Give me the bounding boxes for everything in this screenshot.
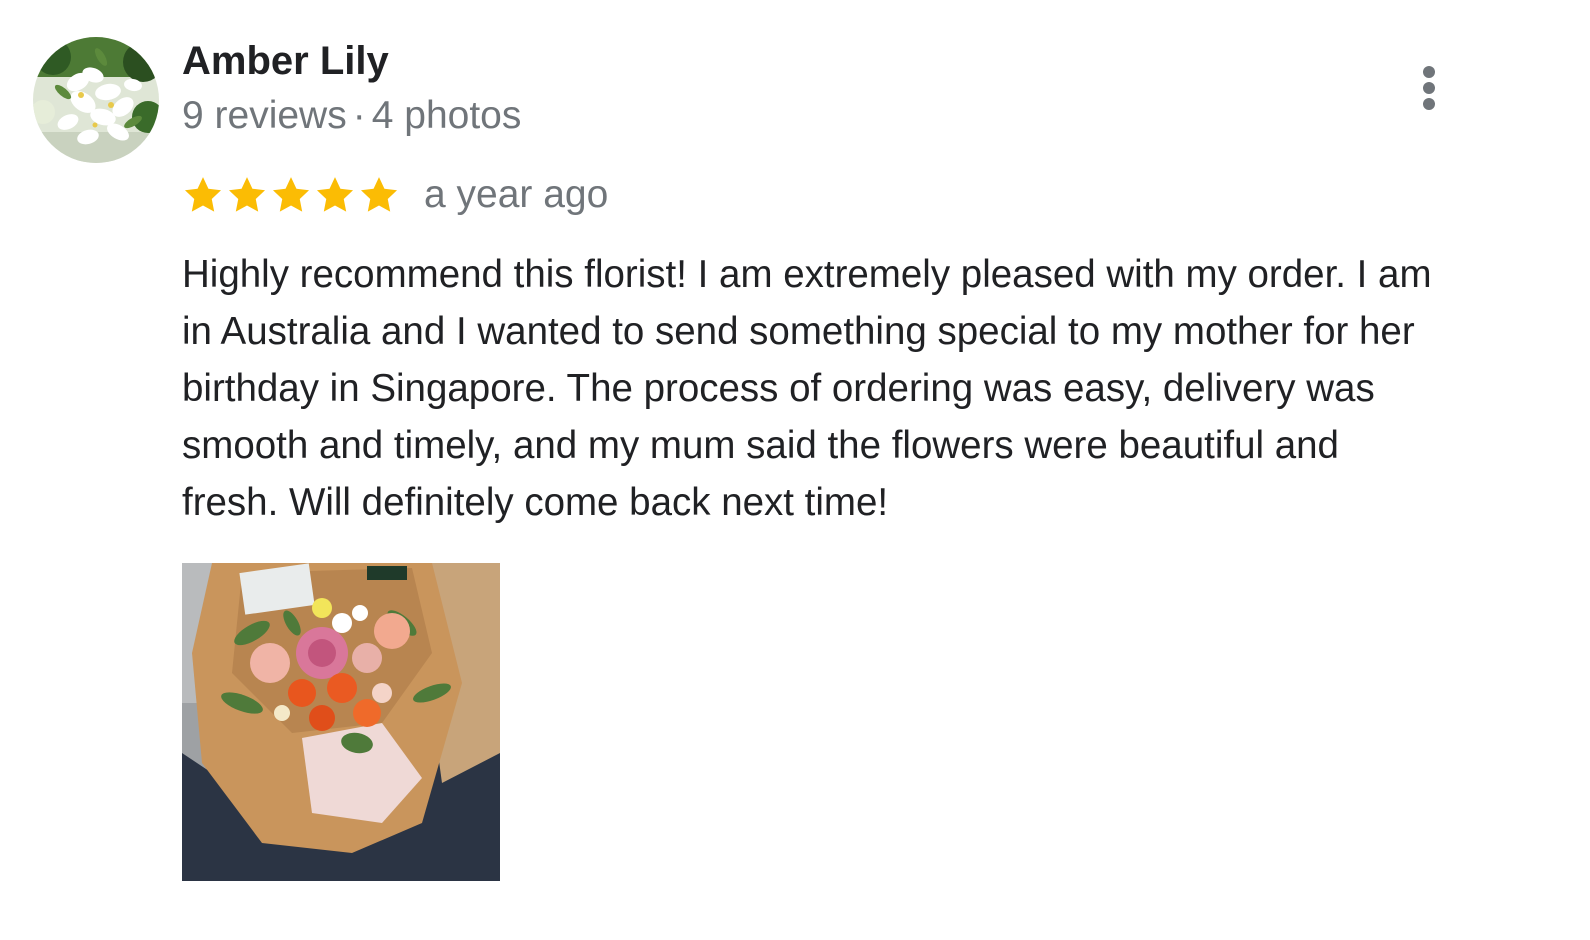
more-dot	[1423, 98, 1435, 110]
star-icon	[272, 177, 310, 212]
review-text-line: birthday in Singapore. The process of or…	[182, 367, 1375, 410]
author-meta: 9 reviews · 4 photos	[182, 93, 521, 139]
review-text: Highly recommend this florist! I am extr…	[182, 246, 1562, 531]
more-dot	[1423, 66, 1435, 78]
review-text-line: smooth and timely, and my mum said the f…	[182, 424, 1339, 467]
reviews-count: 9 reviews	[182, 94, 347, 137]
review-card: Amber Lily 9 reviews · 4 photos a year ago…	[0, 0, 1590, 940]
bouquet-photo	[182, 563, 500, 881]
avatar[interactable]	[33, 37, 159, 163]
star-icon	[184, 177, 222, 212]
star-icon	[360, 177, 398, 212]
more-dot	[1423, 82, 1435, 94]
meta-separator: ·	[352, 94, 366, 137]
avatar-image	[33, 37, 159, 163]
review-date: a year ago	[424, 173, 609, 216]
star-icon	[316, 177, 354, 212]
rating-row: a year ago	[182, 170, 608, 220]
review-text-line: fresh. Will definitely come back next ti…	[182, 481, 889, 524]
photos-count: 4 photos	[371, 94, 522, 137]
author-name[interactable]: Amber Lily	[182, 38, 389, 84]
more-vertical-icon[interactable]	[1406, 60, 1452, 116]
star-rating	[182, 174, 402, 216]
review-photo[interactable]	[182, 563, 500, 881]
review-text-line: Highly recommend this florist! I am extr…	[182, 253, 1432, 296]
star-icon	[228, 177, 266, 212]
review-text-line: in Australia and I wanted to send someth…	[182, 310, 1415, 353]
